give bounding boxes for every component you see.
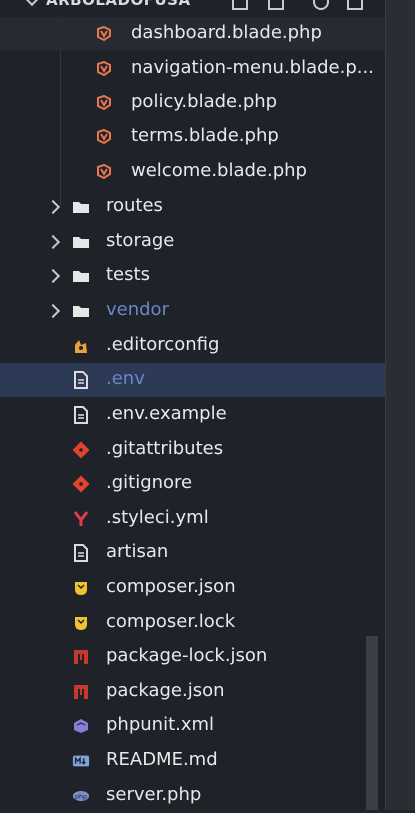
editor-edge (385, 0, 415, 810)
tree-item-label: composer.json (106, 576, 236, 597)
tree-file-package-json[interactable]: package.json (0, 675, 385, 709)
tree-file-package-lock[interactable]: package-lock.json (0, 640, 385, 674)
tree-item-label: navigation-menu.blade.p... (131, 57, 374, 78)
explorer-header: ARBOLADOFUSA (0, 0, 385, 16)
yaml-icon (72, 510, 90, 528)
laravel-blade-icon (95, 163, 113, 181)
composer-icon (72, 579, 90, 597)
chevron-right-icon[interactable] (45, 234, 61, 250)
chevron-right-icon[interactable] (45, 303, 61, 319)
npm-icon (72, 683, 90, 701)
tree-item-label: .gitignore (106, 472, 193, 493)
vertical-scrollbar[interactable] (366, 636, 378, 810)
tree-folder-vendor[interactable]: vendor (0, 294, 385, 328)
phpunit-icon (72, 717, 90, 735)
tree-item-label: vendor (106, 299, 169, 320)
tree-item-label: terms.blade.php (131, 125, 279, 146)
laravel-blade-icon (95, 128, 113, 146)
tree-item-label: package-lock.json (106, 645, 268, 666)
tree-file-phpunit[interactable]: phpunit.xml (0, 709, 385, 743)
tree-folder-tests[interactable]: tests (0, 259, 385, 293)
svg-text:php: php (75, 794, 87, 801)
laravel-blade-icon (95, 94, 113, 112)
markdown-icon (72, 752, 90, 770)
tree-folder-storage[interactable]: storage (0, 225, 385, 259)
tree-file-readme[interactable]: README.md (0, 744, 385, 778)
composer-icon (72, 614, 90, 632)
tree-item-label: .gitattributes (106, 438, 224, 459)
folder-icon (72, 267, 90, 285)
collapse-all-icon[interactable] (347, 0, 363, 10)
tree-item-label: tests (106, 264, 150, 285)
tree-item-label: .env (106, 368, 145, 389)
tree-file-gitattributes[interactable]: .gitattributes (0, 433, 385, 467)
laravel-blade-icon (95, 60, 113, 78)
tree-item-welcome-blade[interactable]: welcome.blade.php (0, 155, 385, 189)
tree-file-composer-json[interactable]: composer.json (0, 571, 385, 605)
refresh-icon[interactable] (313, 0, 329, 10)
laravel-blade-icon (95, 25, 113, 43)
tree-item-terms-blade[interactable]: terms.blade.php (0, 120, 385, 154)
folder-icon (72, 198, 90, 216)
tree-folder-routes[interactable]: routes (0, 190, 385, 224)
chevron-right-icon[interactable] (45, 268, 61, 284)
php-icon: php (72, 787, 90, 805)
text-file-icon (72, 544, 90, 562)
git-icon (72, 441, 90, 459)
tree-item-label: package.json (106, 680, 225, 701)
tree-file-gitignore[interactable]: .gitignore (0, 467, 385, 501)
tree-file-composer-lock[interactable]: composer.lock (0, 606, 385, 640)
folder-icon (72, 302, 90, 320)
tree-item-label: routes (106, 195, 163, 216)
tree-item-label: composer.lock (106, 611, 236, 632)
npm-icon (72, 648, 90, 666)
tree-item-label: README.md (106, 749, 218, 770)
tree-item-label: storage (106, 230, 175, 251)
tree-file-server-php[interactable]: php server.php (0, 779, 385, 813)
explorer-panel: ARBOLADOFUSA dashboard.blade.php navigat… (0, 0, 385, 810)
tree-file-env[interactable]: .env (0, 363, 385, 397)
new-file-icon[interactable] (232, 0, 248, 10)
tree-item-dashboard-blade[interactable]: dashboard.blade.php (0, 17, 385, 51)
tree-file-editorconfig[interactable]: .editorconfig (0, 329, 385, 363)
tree-item-label: phpunit.xml (106, 714, 215, 735)
git-icon (72, 475, 90, 493)
tree-file-styleci[interactable]: .styleci.yml (0, 502, 385, 536)
tree-item-label: .editorconfig (106, 334, 220, 355)
new-folder-icon[interactable] (268, 0, 284, 10)
project-title[interactable]: ARBOLADOFUSA (46, 0, 191, 9)
tree-item-label: server.php (106, 784, 202, 805)
tree-item-label: .styleci.yml (106, 507, 209, 528)
folder-icon (72, 233, 90, 251)
tree-item-policy-blade[interactable]: policy.blade.php (0, 86, 385, 120)
tree-file-artisan[interactable]: artisan (0, 536, 385, 570)
tree-item-label: .env.example (106, 403, 227, 424)
tree-file-env-example[interactable]: .env.example (0, 398, 385, 432)
text-file-icon (72, 371, 90, 389)
chevron-right-icon[interactable] (45, 199, 61, 215)
tree-item-navigation-menu-blade[interactable]: navigation-menu.blade.p... (0, 52, 385, 86)
tree-item-label: artisan (106, 541, 169, 562)
text-file-icon (72, 406, 90, 424)
editorconfig-icon (72, 337, 90, 355)
tree-item-label: dashboard.blade.php (131, 22, 322, 43)
collapse-project-chevron-icon[interactable] (24, 0, 40, 7)
tree-item-label: welcome.blade.php (131, 160, 307, 181)
tree-item-label: policy.blade.php (131, 91, 278, 112)
